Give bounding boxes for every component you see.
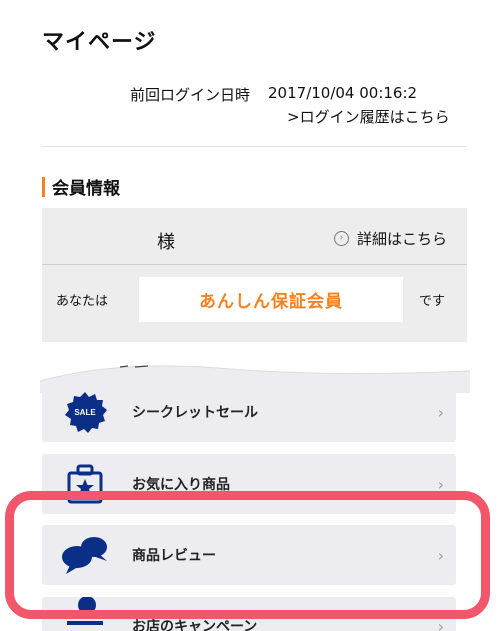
menu-item-secret-sale[interactable]: SALE シークレットセール › xyxy=(42,382,456,442)
last-login-datetime: 2017/10/04 00:16:2 xyxy=(268,84,418,102)
section-accent-bar xyxy=(42,176,45,197)
member-info-box: 様 › 詳細はこちら あなたは あんしん保証会員 です xyxy=(42,208,467,342)
member-rank-box: あんしん保証会員 xyxy=(139,277,403,322)
member-rank-suffix: です xyxy=(419,294,446,309)
divider xyxy=(42,146,467,147)
circle-chevron-right-icon: › xyxy=(334,231,349,246)
highlight-frame xyxy=(5,491,490,619)
sale-badge-text: SALE xyxy=(74,408,96,417)
section-header: 会員情報 xyxy=(42,174,120,199)
member-rank: あんしん保証会員 xyxy=(199,292,343,312)
page-title: マイページ xyxy=(42,30,157,55)
detail-link-label: 詳細はこちら xyxy=(357,230,448,248)
chevron-right-icon: › xyxy=(437,402,444,422)
section-title: 会員情報 xyxy=(52,179,120,199)
member-rank-prefix: あなたは xyxy=(56,294,109,309)
login-history-link[interactable]: >ログイン履歴はこちら xyxy=(287,106,450,127)
last-login-row: 前回ログイン日時 2017/10/04 00:16:2 xyxy=(130,84,417,105)
last-login-label: 前回ログイン日時 xyxy=(130,86,251,104)
chevron-right-icon: › xyxy=(437,617,444,631)
member-divider xyxy=(42,264,467,265)
menu-item-label: シークレットセール xyxy=(132,405,258,421)
member-detail-link[interactable]: › 詳細はこちら xyxy=(334,228,447,249)
sale-badge-icon: SALE xyxy=(60,392,110,433)
member-name: 様 xyxy=(157,232,175,253)
